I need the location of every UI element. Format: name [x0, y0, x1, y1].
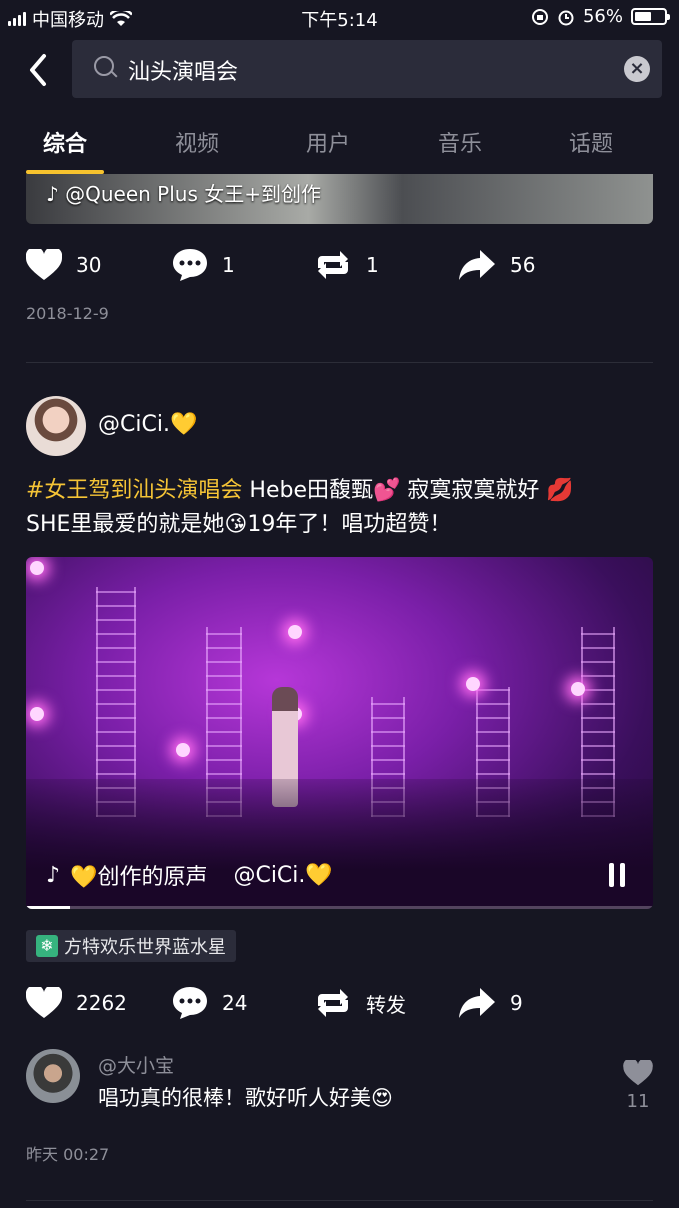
comment-like-count: 11 [626, 1091, 650, 1112]
pause-button[interactable] [609, 863, 625, 887]
post-text-line2: SHE里最爱的就是她😘19年了！唱功超赞！ [26, 512, 452, 537]
video-progress-bar[interactable] [26, 906, 653, 909]
battery-percent: 56% [582, 6, 623, 27]
stage-light [30, 561, 44, 575]
comment-text: 唱功真的很棒！歌好听人好美😍 [98, 1086, 393, 1110]
comment-like-button[interactable]: 11 [623, 1058, 653, 1112]
prev-repost-button[interactable]: 1 [314, 245, 379, 285]
back-button[interactable] [24, 52, 54, 88]
tab-general[interactable]: 综合 [25, 126, 105, 158]
search-input[interactable]: 汕头演唱会 [128, 54, 238, 86]
comment-icon [173, 249, 207, 281]
stage-light [176, 743, 190, 757]
stage-light [30, 707, 44, 721]
alarm-icon [558, 10, 574, 25]
tiktok-icon: ♪ [46, 182, 59, 206]
hashtag-link[interactable]: #女王驾到汕头演唱会 [26, 478, 242, 503]
prev-share-button[interactable]: 56 [458, 245, 535, 285]
stage-light [466, 677, 480, 691]
video-player[interactable]: ♪ 💛创作的原声 @CiCi.💛 [26, 557, 653, 909]
prev-actions: 30 1 1 56 [26, 245, 653, 285]
stage-light [288, 625, 302, 639]
tab-video[interactable]: 视频 [157, 126, 237, 158]
search-icon [94, 56, 114, 76]
repost-button[interactable]: 转发 [314, 983, 406, 1023]
post-description: #女王驾到汕头演唱会 Hebe田馥甄💕 寂寞寂寞就好 💋 SHE里最爱的就是她😘… [26, 474, 653, 542]
search-bar[interactable]: 汕头演唱会 × [72, 40, 662, 98]
video-sound-caption[interactable]: ♪ 💛创作的原声 @CiCi.💛 [46, 859, 333, 891]
heart-icon [623, 1058, 653, 1086]
stage-light [571, 682, 585, 696]
divider [26, 1200, 653, 1201]
location-tag[interactable]: ❄ 方特欢乐世界蓝水星 [26, 930, 236, 962]
battery-icon [631, 8, 670, 25]
prev-video-thumbnail[interactable]: ♪ @Queen Plus 女王+到创作 [26, 174, 653, 224]
post-text-line1: Hebe田馥甄💕 寂寞寂寞就好 💋 [242, 478, 574, 503]
post-username[interactable]: @CiCi.💛 [98, 412, 197, 437]
divider [26, 362, 653, 363]
share-icon [459, 988, 495, 1018]
commenter-username[interactable]: @大小宝 [98, 1051, 174, 1078]
avatar[interactable] [26, 396, 86, 456]
like-button[interactable]: 2262 [26, 983, 127, 1023]
prev-video-caption: ♪ @Queen Plus 女王+到创作 [46, 182, 322, 206]
tab-topics[interactable]: 话题 [551, 126, 631, 158]
tab-bar: 综合 视频 用户 音乐 话题 [0, 118, 679, 174]
snowflake-icon: ❄ [36, 935, 58, 957]
heart-icon [26, 249, 62, 280]
commenter-avatar[interactable] [26, 1049, 80, 1103]
share-button[interactable]: 9 [458, 983, 523, 1023]
repost-icon [318, 989, 348, 1017]
post-time: 昨天 00:27 [26, 1145, 110, 1164]
post-actions: 2262 24 转发 9 [26, 983, 653, 1023]
tab-music[interactable]: 音乐 [420, 126, 500, 158]
clear-icon[interactable]: × [624, 56, 650, 82]
orientation-lock-icon [531, 8, 548, 25]
prev-like-button[interactable]: 30 [26, 245, 101, 285]
comment-button[interactable]: 24 [172, 983, 247, 1023]
heart-icon [26, 987, 62, 1018]
comment-icon [173, 987, 207, 1019]
status-bar: 中国移动 下午5:14 56% [0, 0, 679, 34]
share-icon [459, 250, 495, 280]
repost-icon [318, 251, 348, 279]
tiktok-icon: ♪ [46, 862, 61, 888]
tab-users[interactable]: 用户 [288, 126, 368, 158]
prev-comment-button[interactable]: 1 [172, 245, 235, 285]
prev-post-date: 2018-12-9 [26, 304, 109, 323]
